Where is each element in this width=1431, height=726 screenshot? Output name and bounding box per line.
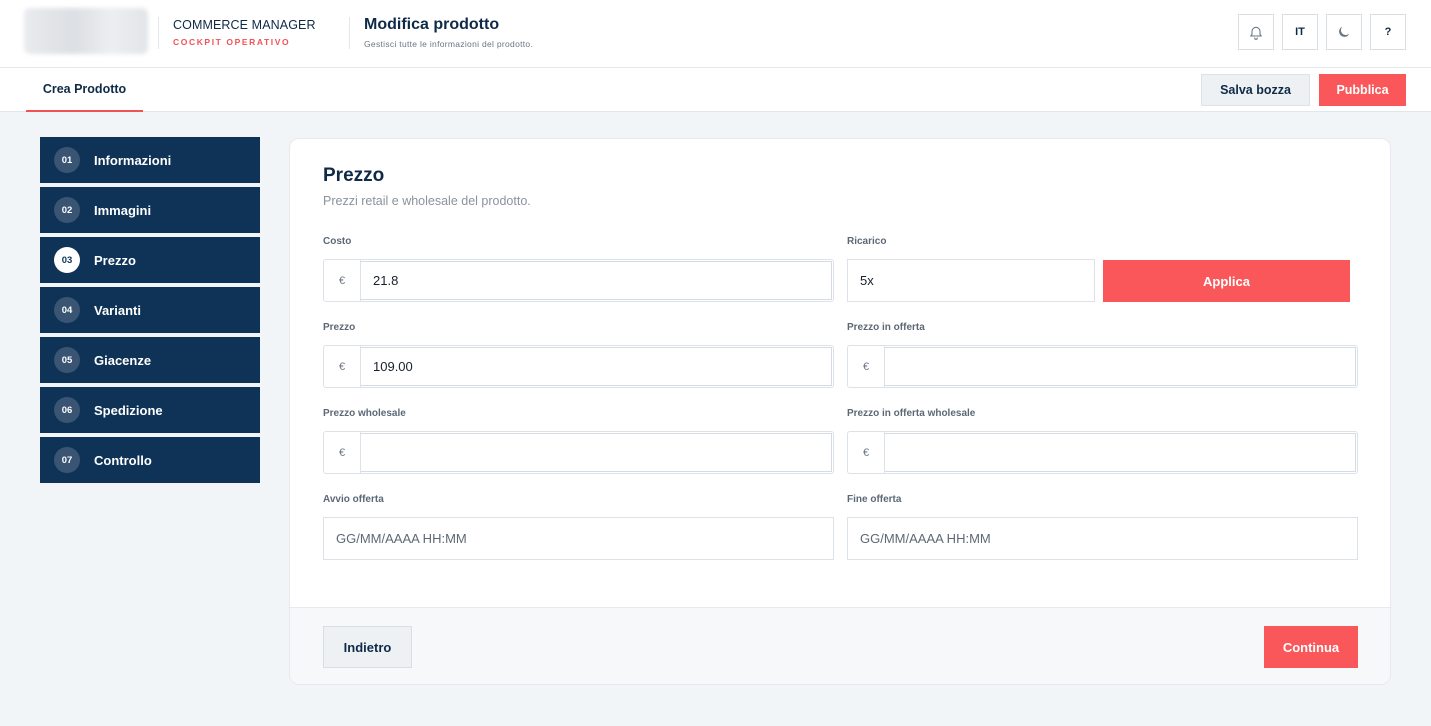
- continue-button[interactable]: Continua: [1264, 626, 1358, 668]
- header-divider: [349, 17, 350, 49]
- currency-symbol: €: [848, 346, 885, 387]
- moon-icon: [1339, 26, 1350, 37]
- sale-price-input[interactable]: [885, 347, 1356, 386]
- step-label: Spedizione: [94, 402, 163, 418]
- wholesale-sale-price-label: Prezzo in offerta wholesale: [847, 408, 976, 419]
- price-form-card: Prezzo Prezzi retail e wholesale del pro…: [289, 138, 1391, 685]
- notifications-button[interactable]: [1238, 14, 1274, 50]
- publish-button[interactable]: Pubblica: [1319, 74, 1406, 106]
- bell-icon: [1250, 26, 1262, 40]
- step-number: 03: [54, 247, 80, 273]
- price-label: Prezzo: [323, 322, 356, 333]
- currency-symbol: €: [324, 432, 361, 473]
- step-varianti[interactable]: 04 Varianti: [40, 287, 260, 333]
- page-subtitle: Gestisci tutte le informazioni del prodo…: [364, 39, 534, 49]
- markup-input[interactable]: 5x: [847, 259, 1095, 302]
- offer-end-label: Fine offerta: [847, 494, 902, 505]
- step-immagini[interactable]: 02 Immagini: [40, 187, 260, 233]
- header-divider: [158, 17, 159, 49]
- step-number: 06: [54, 397, 80, 423]
- tab-crea-prodotto[interactable]: Crea Prodotto: [26, 68, 143, 112]
- brand-subtitle: COCKPIT OPERATIVO: [173, 37, 291, 47]
- section-subtitle: Prezzi retail e wholesale del prodotto.: [323, 194, 531, 208]
- step-number: 05: [54, 347, 80, 373]
- step-label: Varianti: [94, 302, 141, 318]
- step-label: Immagini: [94, 202, 152, 218]
- step-number: 02: [54, 197, 80, 223]
- step-label: Prezzo: [94, 252, 136, 268]
- step-controllo[interactable]: 07 Controllo: [40, 437, 260, 483]
- wholesale-sale-price-input[interactable]: [885, 433, 1356, 472]
- step-number: 01: [54, 147, 80, 173]
- currency-symbol: €: [324, 346, 361, 387]
- apply-button[interactable]: Applica: [1103, 260, 1350, 302]
- step-number: 07: [54, 447, 80, 473]
- wholesale-price-field[interactable]: €: [323, 431, 834, 474]
- step-spedizione[interactable]: 06 Spedizione: [40, 387, 260, 433]
- offer-start-input[interactable]: GG/MM/AAAA HH:MM: [323, 517, 834, 560]
- currency-symbol: €: [324, 260, 361, 301]
- top-header: COMMERCE MANAGER COCKPIT OPERATIVO Modif…: [0, 0, 1431, 68]
- page-title: Modifica prodotto: [364, 16, 500, 33]
- sale-price-field[interactable]: €: [847, 345, 1358, 388]
- step-informazioni[interactable]: 01 Informazioni: [40, 137, 260, 183]
- back-button[interactable]: Indietro: [323, 626, 412, 668]
- offer-start-label: Avvio offerta: [323, 494, 384, 505]
- markup-label: Ricarico: [847, 236, 887, 247]
- cost-label: Costo: [323, 236, 352, 247]
- company-logo: [24, 8, 148, 54]
- tab-bar: Crea Prodotto Salva bozza Pubblica: [0, 68, 1431, 112]
- wholesale-sale-price-field[interactable]: €: [847, 431, 1358, 474]
- section-title: Prezzo: [323, 165, 385, 186]
- save-draft-button[interactable]: Salva bozza: [1201, 74, 1310, 106]
- price-input[interactable]: 109.00: [361, 347, 832, 386]
- step-giacenze[interactable]: 05 Giacenze: [40, 337, 260, 383]
- step-label: Giacenze: [94, 352, 152, 368]
- price-field[interactable]: € 109.00: [323, 345, 834, 388]
- form-footer: Indietro Continua: [290, 607, 1390, 684]
- language-button[interactable]: IT: [1282, 14, 1318, 50]
- brand-title: COMMERCE MANAGER: [173, 18, 316, 32]
- offer-end-input[interactable]: GG/MM/AAAA HH:MM: [847, 517, 1358, 560]
- dark-mode-toggle[interactable]: [1326, 14, 1362, 50]
- step-number: 04: [54, 297, 80, 323]
- step-label: Informazioni: [94, 152, 172, 168]
- wholesale-price-input[interactable]: [361, 433, 832, 472]
- sale-price-label: Prezzo in offerta: [847, 322, 925, 333]
- step-label: Controllo: [94, 452, 152, 468]
- cost-input[interactable]: 21.8: [361, 261, 832, 300]
- currency-symbol: €: [848, 432, 885, 473]
- step-prezzo[interactable]: 03 Prezzo: [40, 237, 260, 283]
- wholesale-price-label: Prezzo wholesale: [323, 408, 406, 419]
- help-button[interactable]: ?: [1370, 14, 1406, 50]
- cost-field[interactable]: € 21.8: [323, 259, 834, 302]
